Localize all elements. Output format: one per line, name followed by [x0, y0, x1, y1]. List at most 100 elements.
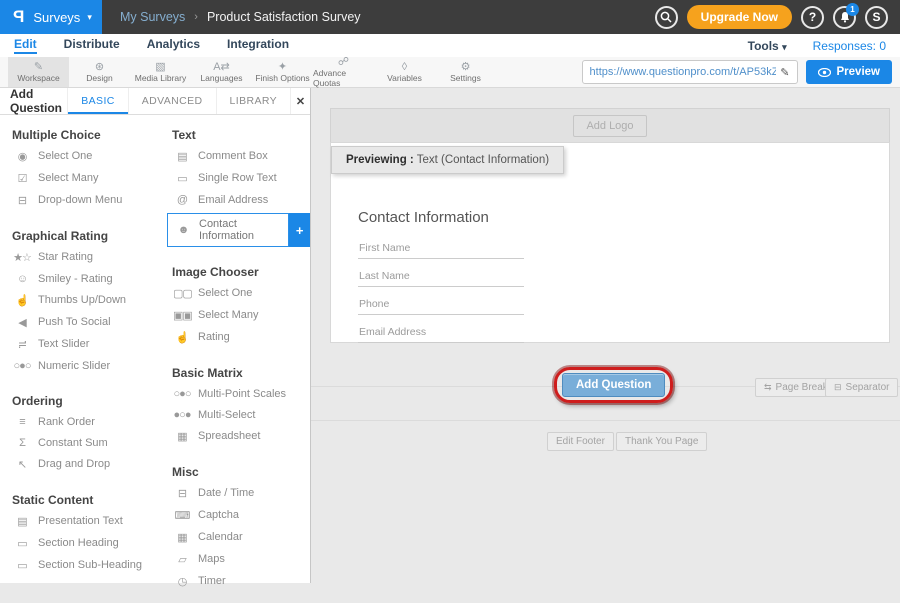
breadcrumb-my-surveys[interactable]: My Surveys: [120, 10, 185, 24]
select-one-icon: ◉: [13, 150, 31, 163]
nav-tab-analytics[interactable]: Analytics: [147, 37, 200, 54]
smiley-rating-icon: ☺: [13, 273, 31, 285]
notification-badge: 1: [846, 3, 859, 16]
panel-tab-basic[interactable]: BASIC: [67, 88, 128, 114]
toolbar-item-design[interactable]: ⊛Design: [69, 57, 130, 87]
red-highlight-annotation: Add Question: [554, 367, 673, 403]
question-type-constant-sum[interactable]: ΣConstant Sum: [0, 432, 160, 453]
toolbar-item-advance-quotas[interactable]: ☍Advance Quotas: [313, 57, 374, 87]
previewing-label-rest: Text (Contact Information): [414, 154, 549, 166]
section-title: Graphical Rating: [0, 222, 160, 246]
notifications-button[interactable]: 1: [833, 6, 856, 29]
question-type-timer[interactable]: ◷Timer: [160, 570, 310, 592]
question-type-rating[interactable]: ☝Rating: [160, 326, 310, 348]
question-type-section-sub-heading[interactable]: ▭Section Sub-Heading: [0, 554, 160, 576]
panel-title: Add Question: [0, 87, 67, 115]
text-slider-icon: ≓: [13, 338, 31, 351]
tools-menu[interactable]: Tools ▾: [748, 39, 787, 53]
question-type-text-slider[interactable]: ≓Text Slider: [0, 333, 160, 355]
constant-sum-icon: Σ: [13, 437, 31, 449]
question-type-contact-information[interactable]: ☻Contact Information: [167, 213, 289, 247]
breadcrumb: My Surveys › Product Satisfaction Survey: [120, 10, 361, 24]
panel-tab-library[interactable]: LIBRARY: [216, 88, 291, 114]
add-question-button[interactable]: Add Question: [562, 373, 665, 397]
question-type-thumbs-up-down[interactable]: ☝Thumbs Up/Down: [0, 289, 160, 311]
select-one-icon: ▢▢: [173, 287, 191, 300]
panel-tab-advanced[interactable]: ADVANCED: [128, 88, 216, 114]
question-type-single-row-text[interactable]: ▭Single Row Text: [160, 167, 310, 189]
question-type-captcha[interactable]: ⌨Captcha: [160, 504, 310, 526]
question-type-contact-information-selected[interactable]: ☻Contact Information+: [167, 213, 310, 247]
question-type-select-many[interactable]: ☑Select Many: [0, 167, 160, 189]
question-type-list: Multiple Choice◉Select One☑Select Many⊟D…: [0, 115, 310, 603]
question-type-maps[interactable]: ▱Maps: [160, 548, 310, 570]
top-navbar: P Surveys ▾ My Surveys › Product Satisfa…: [0, 0, 900, 34]
question-type-star-rating[interactable]: ★☆Star Rating: [0, 246, 160, 268]
user-avatar[interactable]: S: [865, 6, 888, 29]
nav-tab-distribute[interactable]: Distribute: [64, 37, 120, 54]
phone-field[interactable]: Phone: [358, 294, 524, 315]
thank-you-page-button[interactable]: Thank You Page: [616, 432, 707, 451]
toolbar-item-workspace[interactable]: ✎Workspace: [8, 57, 69, 87]
question-type-select-one[interactable]: ◉Select One: [0, 145, 160, 167]
toolbar-item-settings[interactable]: ⚙Settings: [435, 57, 496, 87]
question-type-select-many[interactable]: ▣▣Select Many: [160, 304, 310, 326]
survey-url-value: https://www.questionpro.com/t/AP53kZgUI: [590, 66, 777, 78]
question-type-rank-order[interactable]: ≡Rank Order: [0, 411, 160, 432]
question-type-calendar[interactable]: ▦Calendar: [160, 526, 310, 548]
date-time-icon: ⊟: [173, 487, 191, 500]
section-title: Text: [160, 121, 310, 145]
question-type-date-time[interactable]: ⊟Date / Time: [160, 482, 310, 504]
section-title: Basic Matrix: [160, 359, 310, 383]
question-type-select-one[interactable]: ▢▢Select One: [160, 282, 310, 304]
email-address-field[interactable]: Email Address: [358, 322, 524, 343]
question-type-smiley-rating[interactable]: ☺Smiley - Rating: [0, 268, 160, 289]
edit-url-icon[interactable]: ✎: [780, 66, 789, 79]
help-button[interactable]: ?: [801, 6, 824, 29]
survey-url-field[interactable]: https://www.questionpro.com/t/AP53kZgUI …: [582, 60, 798, 84]
add-logo-button[interactable]: Add Logo: [573, 115, 646, 137]
separator-button[interactable]: ⊟ Separator: [825, 378, 898, 397]
question-type-comment-box[interactable]: ▤Comment Box: [160, 145, 310, 167]
edit-footer-button[interactable]: Edit Footer: [547, 432, 614, 451]
chevron-down-icon: ▾: [87, 12, 92, 23]
nav-tab-edit[interactable]: Edit: [14, 37, 37, 54]
question-type-spreadsheet[interactable]: ▦Spreadsheet: [160, 425, 310, 447]
timer-icon: ◷: [173, 575, 191, 588]
toolbar-item-media-library[interactable]: ▧Media Library: [130, 57, 191, 87]
numeric-slider-icon: ○●○: [13, 360, 31, 372]
toolbar-item-languages[interactable]: A⇄Languages: [191, 57, 252, 87]
first-name-field[interactable]: First Name: [358, 238, 524, 259]
last-name-field[interactable]: Last Name: [358, 266, 524, 287]
responses-link[interactable]: Responses: 0: [813, 39, 886, 53]
questionpro-logo-icon: P: [13, 7, 24, 27]
upgrade-now-button[interactable]: Upgrade Now: [687, 5, 792, 29]
search-button[interactable]: [655, 6, 678, 29]
single-row-text-icon: ▭: [173, 172, 191, 185]
nav-tab-integration[interactable]: Integration: [227, 37, 289, 54]
preview-button[interactable]: Preview: [806, 60, 892, 84]
question-type-drop-down-menu[interactable]: ⊟Drop-down Menu: [0, 189, 160, 211]
add-contact-information-button[interactable]: +: [289, 213, 310, 247]
question-type-push-to-social[interactable]: ◀Push To Social: [0, 311, 160, 333]
section-heading-icon: ▭: [13, 537, 31, 550]
question-type-drag-and-drop[interactable]: ↖Drag and Drop: [0, 453, 160, 475]
presentation-text-icon: ▤: [13, 515, 31, 528]
question-type-presentation-text[interactable]: ▤Presentation Text: [0, 510, 160, 532]
tools-label: Tools: [748, 39, 779, 53]
question-type-numeric-slider[interactable]: ○●○Numeric Slider: [0, 355, 160, 376]
question-type-multi-point-scales[interactable]: ○●○Multi-Point Scales: [160, 383, 310, 404]
question-column: Text▤Comment Box▭Single Row Text@Email A…: [160, 121, 310, 603]
section-title: Misc: [160, 458, 310, 482]
question-type-section-heading[interactable]: ▭Section Heading: [0, 532, 160, 554]
close-panel-button[interactable]: ✕: [290, 88, 310, 114]
question-type-email-address[interactable]: @Email Address: [160, 189, 310, 210]
product-name: Surveys: [33, 10, 80, 25]
app-logo-menu[interactable]: P Surveys ▾: [0, 0, 102, 34]
email-address-icon: @: [173, 194, 191, 206]
toolbar-right: https://www.questionpro.com/t/AP53kZgUI …: [582, 60, 892, 84]
question-type-multi-select[interactable]: ●○●Multi-Select: [160, 404, 310, 425]
toolbar-item-variables[interactable]: ◊Variables: [374, 57, 435, 87]
question-section: Misc⊟Date / Time⌨Captcha▦Calendar▱Maps◷T…: [160, 458, 310, 592]
toolbar-item-finish-options[interactable]: ✦Finish Options: [252, 57, 313, 87]
